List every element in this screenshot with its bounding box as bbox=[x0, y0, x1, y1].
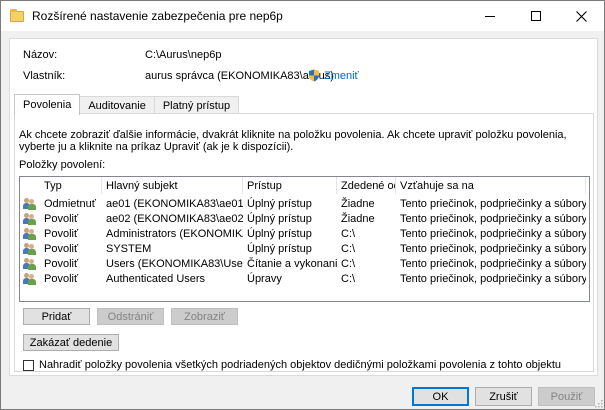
row-principal: ae02 (EKONOMIKA83\ae02) bbox=[106, 212, 243, 225]
row-principal: Authenticated Users bbox=[106, 272, 206, 285]
row-type: Povoliť bbox=[44, 227, 79, 240]
row-type: Povoliť bbox=[44, 212, 79, 225]
row-applies-to: Tento priečinok, podpriečinky a súbory bbox=[400, 212, 586, 225]
row-type: Povoliť bbox=[44, 272, 79, 285]
column-access[interactable]: Prístup bbox=[243, 177, 337, 194]
row-principal: ae01 (EKONOMIKA83\ae01) bbox=[106, 197, 243, 210]
row-type: Povoliť bbox=[44, 242, 79, 255]
row-access: Čítanie a vykonanie bbox=[247, 257, 337, 270]
change-owner-link[interactable]: Zmeniť bbox=[324, 70, 359, 82]
row-inherited-from: C:\ bbox=[341, 227, 356, 240]
row-inherited-from: C:\ bbox=[341, 272, 356, 285]
row-applies-to: Tento priečinok, podpriečinky a súbory bbox=[400, 272, 586, 285]
help-text: Ak chcete zobraziť ďalšie informácie, dv… bbox=[19, 129, 567, 153]
row-inherited-from: Žiadne bbox=[341, 212, 375, 225]
close-button[interactable] bbox=[558, 1, 604, 31]
row-applies-to: Tento priečinok, podpriečinky a súbory bbox=[400, 242, 586, 255]
row-applies-to: Tento priečinok, podpriečinky a súbory bbox=[400, 227, 586, 240]
row-applies-to: Tento priečinok, podpriečinky a súbory bbox=[400, 257, 586, 270]
row-principal: Users (EKONOMIKA83\Users) bbox=[106, 257, 243, 270]
column-inherited-from[interactable]: Zdedené od bbox=[337, 177, 396, 194]
row-type: Povoliť bbox=[44, 257, 79, 270]
row-inherited-from: C:\ bbox=[341, 257, 356, 270]
table-row[interactable]: Odmietnuť ae01 (EKONOMIKA83\ae01) Úplný … bbox=[20, 196, 589, 211]
users-icon bbox=[23, 242, 37, 255]
maximize-icon bbox=[531, 11, 541, 21]
row-access: Úplný prístup bbox=[247, 212, 312, 225]
replace-child-permissions-checkbox[interactable] bbox=[23, 359, 34, 371]
permission-entries-list[interactable]: Typ Hlavný subjekt Prístup Zdedené od Vz… bbox=[19, 176, 590, 302]
row-inherited-from: C:\ bbox=[341, 242, 356, 255]
row-access: Úplný prístup bbox=[247, 242, 312, 255]
row-principal: Administrators (EKONOMIKA... bbox=[106, 227, 243, 240]
row-applies-to: Tento priečinok, podpriečinky a súbory bbox=[400, 197, 586, 210]
tab-permissions[interactable]: Povolenia bbox=[14, 94, 81, 115]
row-principal: SYSTEM bbox=[106, 242, 152, 255]
table-row[interactable]: Povoliť Authenticated Users Úpravy C:\ T… bbox=[20, 271, 589, 286]
window-title: Rozšírené nastavenie zabezpečenia pre ne… bbox=[32, 9, 283, 23]
dialog-content: Názov: C:\Aurus\nep6p Vlastník: aurus sp… bbox=[9, 38, 598, 376]
close-icon bbox=[575, 10, 587, 22]
remove-button[interactable]: Odstrániť bbox=[97, 308, 164, 325]
table-row[interactable]: Povoliť ae02 (EKONOMIKA83\ae02) Úplný pr… bbox=[20, 211, 589, 226]
name-label: Názov: bbox=[23, 49, 58, 61]
row-access: Úplný prístup bbox=[247, 197, 312, 210]
minimize-button[interactable] bbox=[467, 1, 513, 31]
title-bar[interactable]: Rozšírené nastavenie zabezpečenia pre ne… bbox=[1, 1, 604, 31]
permissions-panel: Ak chcete zobraziť ďalšie informácie, dv… bbox=[14, 113, 594, 372]
add-button[interactable]: Pridať bbox=[23, 308, 90, 325]
row-type: Odmietnuť bbox=[44, 197, 96, 210]
column-type[interactable]: Typ bbox=[40, 177, 102, 194]
users-icon bbox=[23, 272, 37, 285]
owner-label: Vlastník: bbox=[23, 70, 66, 82]
resize-grip-icon[interactable] bbox=[593, 398, 603, 408]
owner-value: aurus správca (EKONOMIKA83\aurus) bbox=[145, 70, 334, 82]
table-row[interactable]: Povoliť Users (EKONOMIKA83\Users) Čítani… bbox=[20, 256, 589, 271]
row-access: Úpravy bbox=[247, 272, 282, 285]
row-inherited-from: Žiadne bbox=[341, 197, 375, 210]
replace-child-permissions-row[interactable]: Nahradiť položky povolenia všetkých podr… bbox=[23, 359, 561, 371]
disable-inheritance-button[interactable]: Zakázať dedenie bbox=[23, 334, 119, 351]
apply-button[interactable]: Použiť bbox=[538, 387, 595, 406]
folder-icon bbox=[10, 8, 24, 22]
name-value: C:\Aurus\nep6p bbox=[145, 49, 222, 61]
replace-child-permissions-label: Nahradiť položky povolenia všetkých podr… bbox=[39, 359, 562, 371]
users-icon bbox=[23, 227, 37, 240]
view-button[interactable]: Zobraziť bbox=[171, 308, 238, 325]
row-access: Úplný prístup bbox=[247, 227, 312, 240]
maximize-button[interactable] bbox=[513, 1, 559, 31]
advanced-security-window: Rozšírené nastavenie zabezpečenia pre ne… bbox=[0, 0, 605, 410]
minimize-icon bbox=[485, 15, 495, 17]
users-icon bbox=[23, 197, 37, 210]
tab-bar: Povolenia Auditovanie Platný prístup bbox=[14, 94, 240, 115]
header-icon-column[interactable] bbox=[20, 177, 40, 194]
table-row[interactable]: Povoliť Administrators (EKONOMIKA... Úpl… bbox=[20, 226, 589, 241]
table-row[interactable]: Povoliť SYSTEM Úplný prístup C:\ Tento p… bbox=[20, 241, 589, 256]
users-icon bbox=[23, 212, 37, 225]
cancel-button[interactable]: Zrušiť bbox=[475, 387, 532, 406]
list-header: Typ Hlavný subjekt Prístup Zdedené od Vz… bbox=[20, 177, 589, 194]
uac-shield-icon bbox=[309, 69, 319, 82]
users-icon bbox=[23, 257, 37, 270]
column-principal[interactable]: Hlavný subjekt bbox=[102, 177, 243, 194]
column-applies-to[interactable]: Vzťahuje sa na bbox=[396, 177, 586, 194]
ok-button[interactable]: OK bbox=[412, 387, 469, 406]
permission-entries-label: Položky povolení: bbox=[19, 159, 106, 171]
